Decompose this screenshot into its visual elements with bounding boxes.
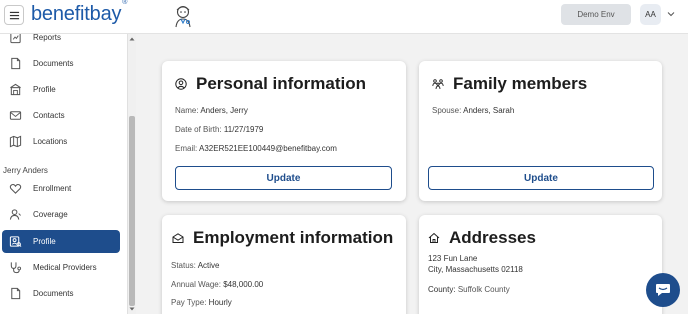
logo-text: benefitbay xyxy=(31,3,122,25)
sidebar-item-label: Documents xyxy=(33,289,74,298)
profile-icon xyxy=(8,235,22,249)
user-avatar[interactable]: AA xyxy=(640,4,661,25)
sidebar-item-label: Documents xyxy=(33,59,74,68)
sidebar-item-member-documents[interactable]: Documents xyxy=(2,282,120,305)
field-value: Suffolk County xyxy=(457,285,510,294)
dob-field: Date of Birth: 11/27/1979 xyxy=(175,125,263,134)
mascot-icon xyxy=(175,5,191,28)
addresses-card: Addresses 123 Fun Lane City, Massachuset… xyxy=(419,215,662,314)
environment-button[interactable]: Demo Env xyxy=(561,4,631,25)
card-title: Family members xyxy=(453,74,588,93)
sidebar-item-profile[interactable]: Profile xyxy=(2,230,120,253)
map-icon xyxy=(8,135,22,149)
annual-wage-field: Annual Wage: $48,000.00 xyxy=(171,280,263,289)
logo[interactable]: benefitbay® xyxy=(31,0,128,26)
sidebar-item-label: Locations xyxy=(33,137,68,146)
field-value: Hourly xyxy=(208,298,232,307)
card-header: Family members xyxy=(432,74,587,94)
field-value: Anders, Sarah xyxy=(463,106,515,115)
sidebar-item-label: Enrollment xyxy=(33,184,72,193)
address-line1: 123 Fun Lane xyxy=(428,254,478,263)
sidebar-item-label: Coverage xyxy=(33,210,68,219)
field-label: Email: xyxy=(175,144,198,153)
reports-icon xyxy=(8,34,22,45)
sidebar-item-label: Profile xyxy=(33,237,56,246)
sidebar-scrollbar[interactable] xyxy=(127,34,136,314)
heart-icon xyxy=(8,182,22,196)
field-label: Name: xyxy=(175,106,199,115)
field-label: Spouse: xyxy=(432,106,462,115)
card-header: Employment information xyxy=(172,228,393,248)
sidebar-item-company-profile[interactable]: Profile xyxy=(2,78,120,101)
sidebar-section-member: Jerry Anders xyxy=(3,166,48,175)
document-icon xyxy=(8,57,22,71)
top-header: benefitbay® Demo Env AA xyxy=(0,0,688,34)
sidebar-item-enrollment[interactable]: Enrollment xyxy=(2,177,120,200)
mail-icon xyxy=(8,109,22,123)
county-field: County: Suffolk County xyxy=(428,285,510,294)
field-label: Annual Wage: xyxy=(171,280,221,289)
sidebar-item-medical-providers[interactable]: Medical Providers xyxy=(2,256,120,279)
field-value: Active xyxy=(197,261,220,270)
field-value: A32ER521EE100449@benefitbay.com xyxy=(199,144,337,153)
update-family-button[interactable]: Update xyxy=(428,166,654,190)
field-label: Pay Type: xyxy=(171,298,207,307)
sidebar-item-label: Profile xyxy=(33,85,56,94)
logo-mark: ® xyxy=(122,0,128,7)
field-label: Status: xyxy=(171,261,196,270)
building-icon xyxy=(8,83,22,97)
card-header: Personal information xyxy=(175,74,366,94)
envelope-open-icon xyxy=(172,232,184,244)
sidebar-item-label: Medical Providers xyxy=(33,263,97,272)
card-header: Addresses xyxy=(428,228,536,248)
chat-bubble-icon xyxy=(656,284,670,296)
scroll-thumb[interactable] xyxy=(129,116,135,306)
home-icon xyxy=(428,232,440,244)
sidebar-item-coverage[interactable]: Coverage xyxy=(2,203,120,226)
field-value: 11/27/1979 xyxy=(223,125,264,134)
user-circle-icon xyxy=(175,78,187,90)
sidebar-item-locations[interactable]: Locations xyxy=(2,130,120,153)
sidebar-item-contacts[interactable]: Contacts xyxy=(2,104,120,127)
sidebar-item-documents[interactable]: Documents xyxy=(2,52,120,75)
card-title: Personal information xyxy=(196,74,367,93)
field-label: County: xyxy=(428,285,456,294)
sidebar-item-reports[interactable]: Reports xyxy=(2,34,120,49)
employment-information-card: Employment information Status: Active An… xyxy=(162,215,406,314)
name-field: Name: Anders, Jerry xyxy=(175,106,248,115)
card-title: Addresses xyxy=(449,228,536,247)
update-personal-button[interactable]: Update xyxy=(175,166,392,190)
sidebar-item-label: Reports xyxy=(33,34,62,42)
spouse-field: Spouse: Anders, Sarah xyxy=(432,106,514,115)
scroll-up-arrow-icon[interactable] xyxy=(129,36,135,42)
chevron-down-icon[interactable] xyxy=(667,10,675,18)
card-title: Employment information xyxy=(193,228,394,247)
hamburger-icon xyxy=(9,11,19,19)
sidebar: Reports Documents Profile Contacts Locat… xyxy=(0,34,127,314)
menu-button[interactable] xyxy=(4,5,24,25)
field-value: $48,000.00 xyxy=(223,280,264,289)
sidebar-item-label: Contacts xyxy=(33,111,65,120)
family-icon xyxy=(432,78,444,90)
field-label: Date of Birth: xyxy=(175,125,222,134)
person-icon xyxy=(8,208,22,222)
document-icon xyxy=(8,287,22,301)
family-members-card: Family members Spouse: Anders, Sarah Upd… xyxy=(419,61,662,201)
pay-type-field: Pay Type: Hourly xyxy=(171,298,232,307)
status-field: Status: Active xyxy=(171,261,219,270)
address-line2: City, Massachusetts 02118 xyxy=(428,265,523,274)
field-value: Anders, Jerry xyxy=(200,106,248,115)
stethoscope-icon xyxy=(8,261,22,275)
scroll-down-arrow-icon[interactable] xyxy=(129,306,135,312)
personal-information-card: Personal information Name: Anders, Jerry… xyxy=(162,61,406,201)
email-field: Email: A32ER521EE100449@benefitbay.com xyxy=(175,144,337,153)
chat-button[interactable] xyxy=(646,273,680,307)
